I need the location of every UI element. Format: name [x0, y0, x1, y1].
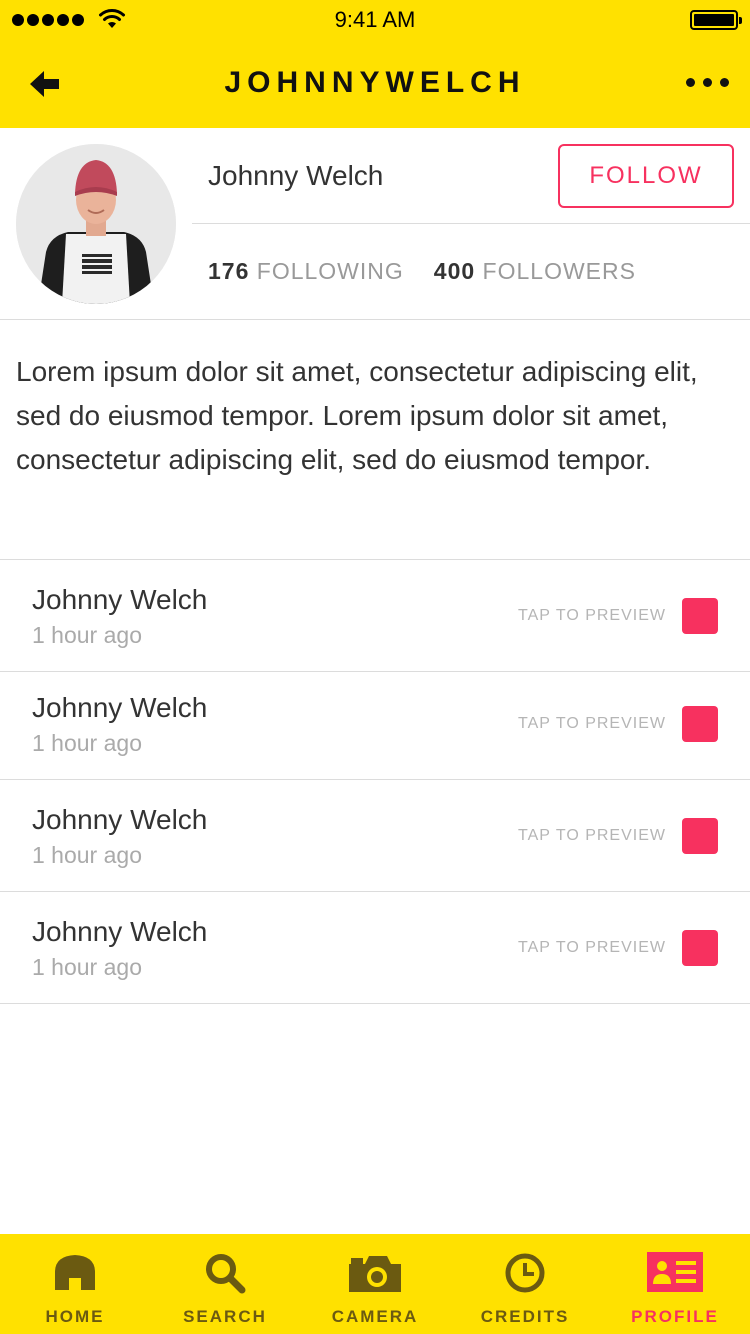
following-stat[interactable]: 176 FOLLOWING [208, 258, 404, 285]
top-bar: 9:41 AM JOHNNYWELCH [0, 0, 750, 128]
tap-to-preview-label: TAP TO PREVIEW [518, 939, 666, 956]
preview-square-icon[interactable] [682, 598, 718, 634]
activity-list: Johnny Welch 1 hour ago TAP TO PREVIEW J… [0, 560, 750, 1004]
tap-to-preview-label: TAP TO PREVIEW [518, 827, 666, 844]
tab-home[interactable]: HOME [0, 1234, 150, 1334]
list-item-time: 1 hour ago [32, 622, 142, 648]
preview-square-icon[interactable] [682, 930, 718, 966]
tap-to-preview-label: TAP TO PREVIEW [518, 715, 666, 732]
tab-search[interactable]: SEARCH [150, 1234, 300, 1334]
profile-bio: Lorem ipsum dolor sit amet, consectetur … [16, 356, 698, 475]
preview-square-icon[interactable] [682, 818, 718, 854]
followers-stat[interactable]: 400 FOLLOWERS [434, 258, 636, 285]
list-item-time: 1 hour ago [32, 842, 142, 868]
list-item-name: Johnny Welch [32, 916, 208, 947]
tab-bar: HOME SEARCH CAMERA CREDITS PROFILE [0, 1234, 750, 1334]
tab-label: CAMERA [331, 1307, 419, 1326]
list-item-name: Johnny Welch [32, 584, 208, 615]
tab-label: HOME [45, 1307, 105, 1326]
followers-count: 400 [433, 258, 476, 284]
list-item[interactable]: Johnny Welch 1 hour ago TAP TO PREVIEW [0, 672, 750, 780]
more-options-icon[interactable] [684, 76, 731, 89]
follow-stats: 176 FOLLOWING 400 FOLLOWERS [208, 258, 636, 285]
tab-camera[interactable]: CAMERA [300, 1234, 450, 1334]
home-icon [55, 1255, 95, 1290]
status-time: 9:41 AM [334, 7, 416, 32]
list-item-name: Johnny Welch [32, 804, 208, 835]
profile-name: Johnny Welch [208, 160, 384, 191]
preview-square-icon[interactable] [682, 706, 718, 742]
follow-button[interactable]: FOLLOW [558, 144, 734, 208]
profile-header: Johnny Welch FOLLOW 176 FOLLOWING 400 FO… [0, 128, 750, 320]
following-count: 176 [208, 258, 250, 284]
divider [192, 223, 750, 224]
tab-label: PROFILE [631, 1307, 719, 1326]
avatar[interactable] [16, 144, 176, 304]
tap-to-preview-label: TAP TO PREVIEW [518, 607, 666, 624]
list-item-name: Johnny Welch [32, 692, 208, 723]
list-item[interactable]: Johnny Welch 1 hour ago TAP TO PREVIEW [0, 560, 750, 672]
list-item[interactable]: Johnny Welch 1 hour ago TAP TO PREVIEW [0, 780, 750, 892]
following-label: FOLLOWING [256, 258, 404, 284]
list-item-time: 1 hour ago [32, 954, 142, 980]
list-item-time: 1 hour ago [32, 730, 142, 756]
tab-label: SEARCH [183, 1307, 267, 1326]
profile-card-icon [647, 1252, 703, 1292]
battery-icon [690, 10, 742, 30]
clock-icon [505, 1253, 545, 1293]
followers-label: FOLLOWERS [482, 258, 636, 284]
tab-profile[interactable]: PROFILE [600, 1234, 750, 1334]
list-item[interactable]: Johnny Welch 1 hour ago TAP TO PREVIEW [0, 892, 750, 1004]
page-title: JOHNNYWELCH [224, 66, 526, 99]
tab-credits[interactable]: CREDITS [450, 1234, 600, 1334]
status-bar: 9:41 AM [0, 0, 750, 40]
tab-label: CREDITS [480, 1307, 570, 1326]
camera-icon [349, 1256, 401, 1292]
search-icon [206, 1254, 246, 1294]
